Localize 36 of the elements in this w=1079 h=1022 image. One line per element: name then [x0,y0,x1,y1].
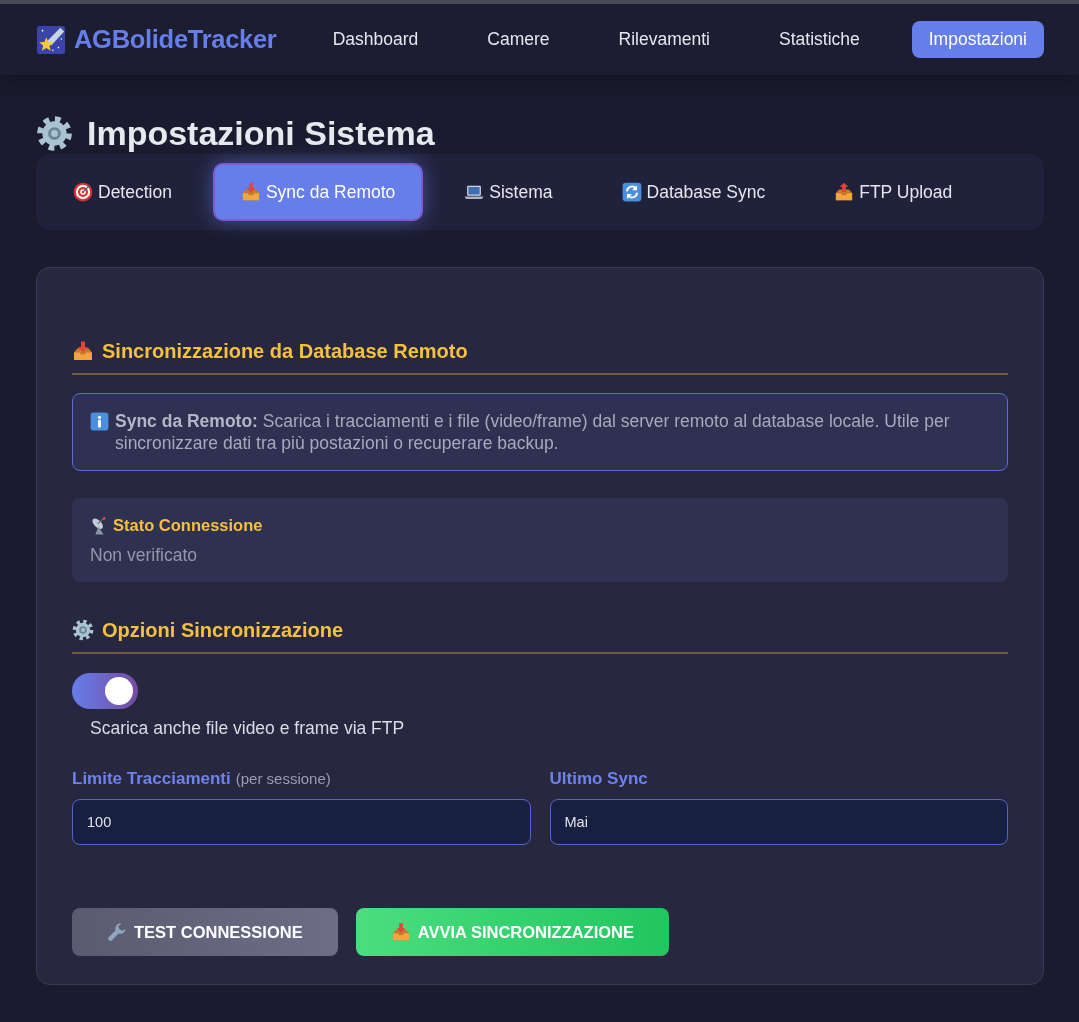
info-icon [90,412,109,431]
tab[interactable]: Sync da Remoto [212,163,424,221]
toggle-switch[interactable] [72,673,138,709]
tab[interactable]: Sistema [436,163,581,221]
tab[interactable]: Detection [45,163,200,221]
section-heading: Sincronizzazione da Database Remoto [102,339,468,364]
nav-link[interactable]: Camere [470,21,567,58]
nav-link[interactable]: Statistiche [762,21,877,58]
input-field[interactable]: 100 [72,799,531,845]
field-label: Ultimo Sync [549,769,648,788]
satellite-dish-icon [90,515,109,535]
nav-link[interactable]: Rilevamenti [601,21,727,58]
status-title: Stato Connessione [113,515,263,536]
inbox-tray-icon [390,922,411,942]
refresh-arrows-icon [621,182,642,202]
inbox-tray-icon [72,340,94,362]
action-button[interactable]: TEST CONNESSIONE [72,908,338,956]
nav-link[interactable]: Impostazioni [911,21,1044,58]
field-label: Limite Tracciamenti [72,769,231,788]
section-heading: Opzioni Sincronizzazione [102,618,344,643]
outbox-tray-icon [834,182,855,202]
status-value: Non verificato [90,544,198,566]
gear-icon [36,114,73,152]
input-field[interactable]: Mai [549,799,1008,845]
wrench-icon [107,922,127,942]
target-icon [73,182,93,202]
page-title: Impostazioni Sistema [87,113,435,153]
tab[interactable]: FTP Upload [806,163,981,221]
toggle-label: Scarica anche file video e frame via FTP [90,717,405,739]
gear-icon [72,619,94,641]
brand-name[interactable]: AGBolideTracker [74,20,277,59]
nav-link[interactable]: Dashboard [315,21,436,58]
tab[interactable]: Database Sync [593,163,794,221]
info-text: Sync da Remoto: Scarica i tracciamenti e i file (video/frame) dal server remoto al database locale. Utile per sincronizzare dati tra più postazioni o recuperare backup. [115,410,951,454]
inbox-tray-icon [240,182,261,202]
field-hint: (per sessione) [235,770,331,787]
